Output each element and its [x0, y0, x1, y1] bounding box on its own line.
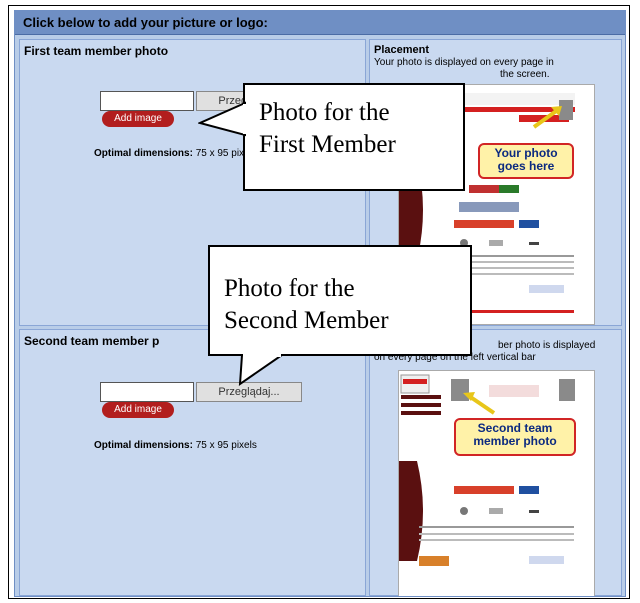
second-optimal-dimensions: Optimal dimensions: 75 x 95 pixels: [94, 440, 257, 451]
callout-second-member: Photo for the Second Member: [208, 245, 472, 356]
placement-desc-line1: Your photo is displayed on every page in: [374, 57, 554, 68]
callout-second-line2: Second Member: [224, 307, 389, 334]
second-file-input[interactable]: [100, 382, 194, 402]
second-optimal-label: Optimal dimensions:: [94, 440, 193, 451]
first-member-title: First team member photo: [24, 44, 169, 58]
placement-title: Placement: [374, 44, 430, 56]
second-photo-balloon: Second team member photo: [454, 418, 576, 456]
second-preview-graphic: [392, 374, 575, 566]
second-member-cell: Second team member p Przeglądaj... Add i…: [19, 329, 366, 596]
first-add-image-button[interactable]: Add image: [102, 111, 174, 127]
callout-second-line1: Photo for the: [224, 275, 355, 302]
second-optimal-value: 75 x 95 pixels: [195, 440, 257, 451]
panel-header-text: Click below to add your picture or logo:: [23, 15, 268, 30]
second-add-image-button[interactable]: Add image: [102, 402, 174, 418]
second-placement-preview: [392, 370, 595, 596]
first-optimal-dimensions: Optimal dimensions: 75 x 95 pixels: [94, 148, 257, 159]
callout-first-pointer: [198, 101, 247, 137]
placement2-desc-line1: ber photo is displayed: [498, 340, 596, 351]
placement-desc-line2: the screen.: [500, 69, 550, 80]
callout-first-member: Photo for the First Member: [243, 83, 465, 191]
callout-first-line2: First Member: [259, 131, 396, 158]
panel-header: Click below to add your picture or logo:: [15, 11, 625, 35]
placement-cell-second: ber photo is displayed on every page on …: [369, 329, 622, 596]
your-photo-balloon: Your photo goes here: [478, 143, 574, 179]
your-photo-balloon-line2: goes here: [497, 159, 555, 173]
second-member-title: Second team member p: [24, 334, 160, 348]
callout-first-line1: Photo for the: [259, 99, 390, 126]
second-photo-balloon-line2: member photo: [473, 434, 557, 448]
callout-second-pointer: [238, 353, 286, 387]
first-optimal-label: Optimal dimensions:: [94, 148, 193, 159]
first-file-input[interactable]: [100, 91, 194, 111]
